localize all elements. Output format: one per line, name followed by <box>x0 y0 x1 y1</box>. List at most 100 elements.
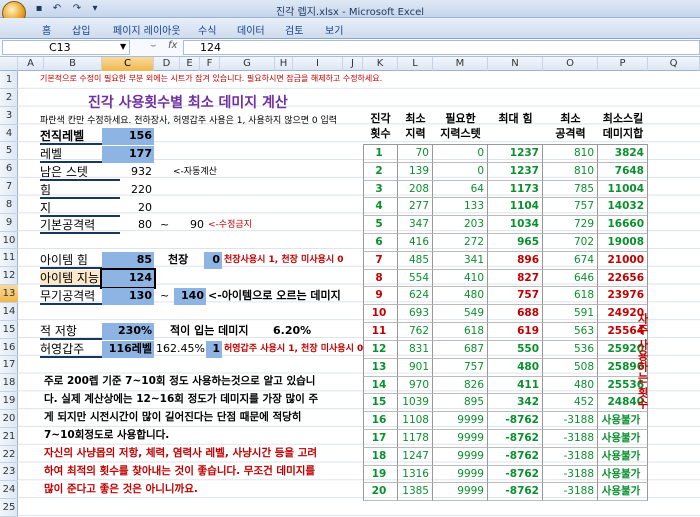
row-header[interactable]: 11 <box>0 249 18 268</box>
row-header[interactable]: 19 <box>0 392 18 410</box>
table-header: 최소 공격력 <box>543 109 598 145</box>
table-cell: 550 <box>488 340 543 359</box>
input-level[interactable]: 177 <box>102 146 154 163</box>
column-header[interactable]: F <box>200 57 220 71</box>
table-cell: 1237 <box>488 162 543 181</box>
input-class-level[interactable]: 156 <box>102 128 154 145</box>
tab-data[interactable]: 데이터 <box>237 22 265 37</box>
formula-input[interactable]: 124 <box>183 40 700 55</box>
row-header[interactable]: 4 <box>0 125 18 143</box>
column-header[interactable]: L <box>398 57 433 71</box>
row-header[interactable]: 9 <box>0 214 18 232</box>
row-header[interactable]: 17 <box>0 356 18 375</box>
row-header[interactable]: 3 <box>0 107 18 125</box>
column-header[interactable]: B <box>44 57 102 71</box>
worksheet-grid[interactable]: 기본적으로 수정이 필요한 부분 외에는 시트가 잠겨 있습니다. 필요하시면 … <box>18 71 700 517</box>
column-header[interactable]: E <box>180 57 200 71</box>
input-ceiling[interactable]: 0 <box>204 252 222 269</box>
table-cell: 757 <box>488 287 543 306</box>
grip-icon[interactable]: ⌣ <box>150 40 157 51</box>
table-cell: 9999 <box>433 465 488 484</box>
table-cell: 12 <box>363 340 398 359</box>
column-header[interactable]: N <box>488 57 543 71</box>
tab-formulas[interactable]: 수식 <box>198 22 216 37</box>
table-cell: 549 <box>433 305 488 324</box>
row-header[interactable]: 24 <box>0 481 18 500</box>
tab-view[interactable]: 보기 <box>325 22 343 37</box>
table-cell: 554 <box>398 269 433 288</box>
table-cell: 342 <box>488 394 543 413</box>
column-header[interactable]: P <box>598 57 648 71</box>
table-cell: 810 <box>543 145 598 163</box>
input-weapon-attack-min[interactable]: 130 <box>102 288 154 305</box>
tab-home[interactable]: 홈 <box>42 22 51 37</box>
input-enemy-resist[interactable]: 230% <box>102 323 154 340</box>
column-header[interactable]: M <box>433 57 488 71</box>
column-header[interactable]: G <box>220 57 275 71</box>
row-header[interactable]: 5 <box>0 142 18 161</box>
row-header[interactable]: 16 <box>0 339 18 357</box>
table-cell: 3824 <box>598 145 648 163</box>
row-header[interactable]: 22 <box>0 446 18 464</box>
row-header[interactable]: 6 <box>0 160 18 179</box>
table-cell: 16 <box>363 412 398 430</box>
row-header[interactable]: 18 <box>0 374 18 393</box>
chevron-down-icon[interactable]: ▼ <box>120 42 126 51</box>
row-header[interactable]: 2 <box>0 89 18 107</box>
table-cell: 139 <box>398 162 433 181</box>
table-cell: 사용불가 <box>598 483 648 502</box>
table-header: 최대 힘 <box>488 109 543 145</box>
row-header[interactable]: 10 <box>0 232 18 250</box>
table-cell: 4 <box>363 198 398 217</box>
table-cell: 757 <box>433 358 488 377</box>
tab-insert[interactable]: 삽입 <box>72 22 90 37</box>
column-header[interactable]: A <box>18 57 44 71</box>
table-cell: 810 <box>543 162 598 181</box>
table-cell: 410 <box>433 269 488 288</box>
table-cell: 1 <box>363 145 398 163</box>
table-cell: 사용불가 <box>598 412 648 430</box>
input-item-str[interactable]: 85 <box>102 252 154 269</box>
row-header[interactable]: 8 <box>0 196 18 214</box>
column-header[interactable]: J <box>343 57 363 71</box>
paragraph-line: 다. 실제 계산상에는 12~16회 정도가 데미지를 가장 많이 주 <box>44 393 319 405</box>
column-header[interactable]: O <box>543 57 598 71</box>
input-vanity-armor[interactable]: 1 <box>206 341 222 358</box>
fx-icon[interactable]: fx <box>168 40 177 51</box>
tab-review[interactable]: 검토 <box>285 22 303 37</box>
table-cell: 사용불가 <box>598 429 648 448</box>
table-cell: 1039 <box>398 394 433 413</box>
column-header[interactable]: K <box>363 57 398 71</box>
table-cell: 411 <box>488 376 543 395</box>
table-cell: 11 <box>363 323 398 341</box>
table-cell: 619 <box>488 323 543 341</box>
input-weapon-attack-max[interactable]: 140 <box>174 288 206 305</box>
tilde-separator: ~ <box>160 218 170 231</box>
row-header[interactable]: 1 <box>0 71 18 89</box>
row-header[interactable]: 20 <box>0 410 18 428</box>
table-cell: 8 <box>363 269 398 288</box>
tab-page-layout[interactable]: 페이지 레이아웃 <box>113 22 181 37</box>
column-headers: A B C D E F G H I J K L M N O P Q <box>0 57 700 71</box>
table-cell: 14032 <box>598 198 648 217</box>
row-header[interactable]: 13 <box>0 285 18 303</box>
table-cell: 702 <box>543 234 598 252</box>
row-header[interactable]: 12 <box>0 267 18 286</box>
column-header[interactable]: D <box>154 57 180 71</box>
input-item-int[interactable]: 124 <box>100 268 156 289</box>
column-header[interactable]: H <box>275 57 293 71</box>
table-cell: 480 <box>488 358 543 377</box>
row-header[interactable]: 15 <box>0 321 18 339</box>
row-header[interactable]: 14 <box>0 303 18 321</box>
column-header[interactable]: I <box>293 57 343 71</box>
name-box[interactable]: C13 <box>2 40 130 55</box>
column-header[interactable]: C <box>102 57 154 71</box>
table-cell: 688 <box>488 305 543 324</box>
row-header[interactable]: 7 <box>0 178 18 196</box>
column-header[interactable]: Q <box>648 57 700 71</box>
select-all-corner[interactable] <box>0 57 18 71</box>
row-header[interactable]: 25 <box>0 499 18 517</box>
page-title: 진각 사용횟수별 최소 데미지 계산 <box>88 95 288 111</box>
row-header[interactable]: 21 <box>0 428 18 446</box>
row-header[interactable]: 23 <box>0 463 18 482</box>
